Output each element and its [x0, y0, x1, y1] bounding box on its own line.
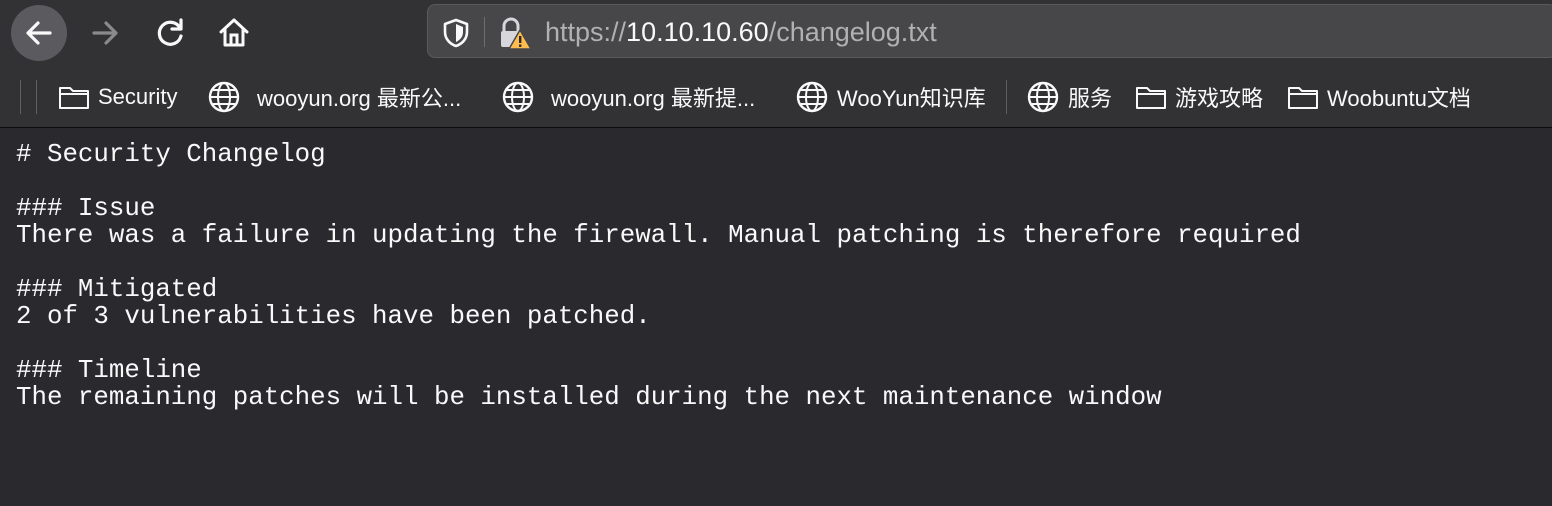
reload-button[interactable] [143, 5, 199, 61]
bookmarks-toolbar: Security wooyun.org 最新公... wooyun.org 最新… [0, 66, 1552, 128]
folder-icon [59, 87, 89, 109]
bookmarks-separator [36, 80, 37, 114]
bookmark-woobuntu-docs[interactable]: Woobuntu文档 [1287, 79, 1471, 115]
nav-toolbar: https://10.10.10.60/changelog.txt [0, 0, 1552, 66]
doc-line: ### Timeline [16, 356, 202, 385]
bookmark-label: WooYun知识库 [837, 86, 986, 111]
arrow-right-icon [92, 21, 118, 45]
doc-line: 2 of 3 vulnerabilities have been patched… [16, 302, 651, 331]
doc-line: ### Mitigated [16, 275, 218, 304]
forward-button[interactable] [77, 5, 133, 61]
shield-icon[interactable] [442, 18, 470, 48]
globe-icon [502, 81, 534, 113]
home-icon [219, 18, 249, 47]
bookmark-label: 游戏攻略 [1175, 86, 1264, 111]
bookmark-label: 服务 [1068, 86, 1113, 111]
address-bar[interactable]: https://10.10.10.60/changelog.txt [427, 4, 1552, 58]
doc-line: ### Issue [16, 194, 156, 223]
doc-line: # Security Changelog [16, 140, 326, 169]
back-button[interactable] [11, 5, 67, 61]
bookmark-label: wooyun.org 最新提... [551, 86, 756, 111]
url-scheme: https:// [545, 17, 627, 47]
bookmark-services[interactable]: 服务 [1026, 79, 1112, 115]
globe-icon [208, 81, 240, 113]
folder-icon [1288, 87, 1318, 109]
reload-icon [157, 18, 183, 46]
bookmarks-separator [1006, 80, 1007, 114]
bookmarks-separator [20, 80, 21, 114]
arrow-left-icon [26, 21, 52, 45]
doc-line [16, 249, 1301, 276]
url-host: 10.10.10.60 [626, 17, 769, 47]
folder-icon [1136, 87, 1166, 109]
doc-line: There was a failure in updating the fire… [16, 221, 1301, 250]
globe-icon [796, 81, 828, 113]
bookmark-label: wooyun.org 最新公... [257, 86, 462, 111]
doc-line: The remaining patches will be installed … [16, 383, 1162, 412]
urlbar-divider [484, 17, 485, 47]
doc-line [16, 168, 1301, 195]
plain-text-document: # Security Changelog ### Issue There was … [16, 141, 1301, 411]
bookmark-game-guides[interactable]: 游戏攻略 [1135, 79, 1263, 115]
globe-icon [1027, 81, 1059, 113]
url-path: /changelog.txt [768, 17, 937, 47]
bookmark-security[interactable]: Security [58, 79, 177, 115]
bookmark-wooyun-1[interactable]: wooyun.org 最新公... [207, 79, 461, 115]
insecure-lock-icon[interactable] [498, 16, 532, 50]
bookmark-wooyun-kb[interactable]: WooYun知识库 [795, 79, 986, 115]
url-text[interactable]: https://10.10.10.60/changelog.txt [545, 17, 937, 47]
doc-line [16, 330, 1301, 357]
bookmark-label: Woobuntu文档 [1327, 86, 1471, 111]
bookmark-label: Security [98, 84, 178, 109]
home-button[interactable] [206, 5, 262, 61]
bookmark-wooyun-2[interactable]: wooyun.org 最新提... [501, 79, 755, 115]
